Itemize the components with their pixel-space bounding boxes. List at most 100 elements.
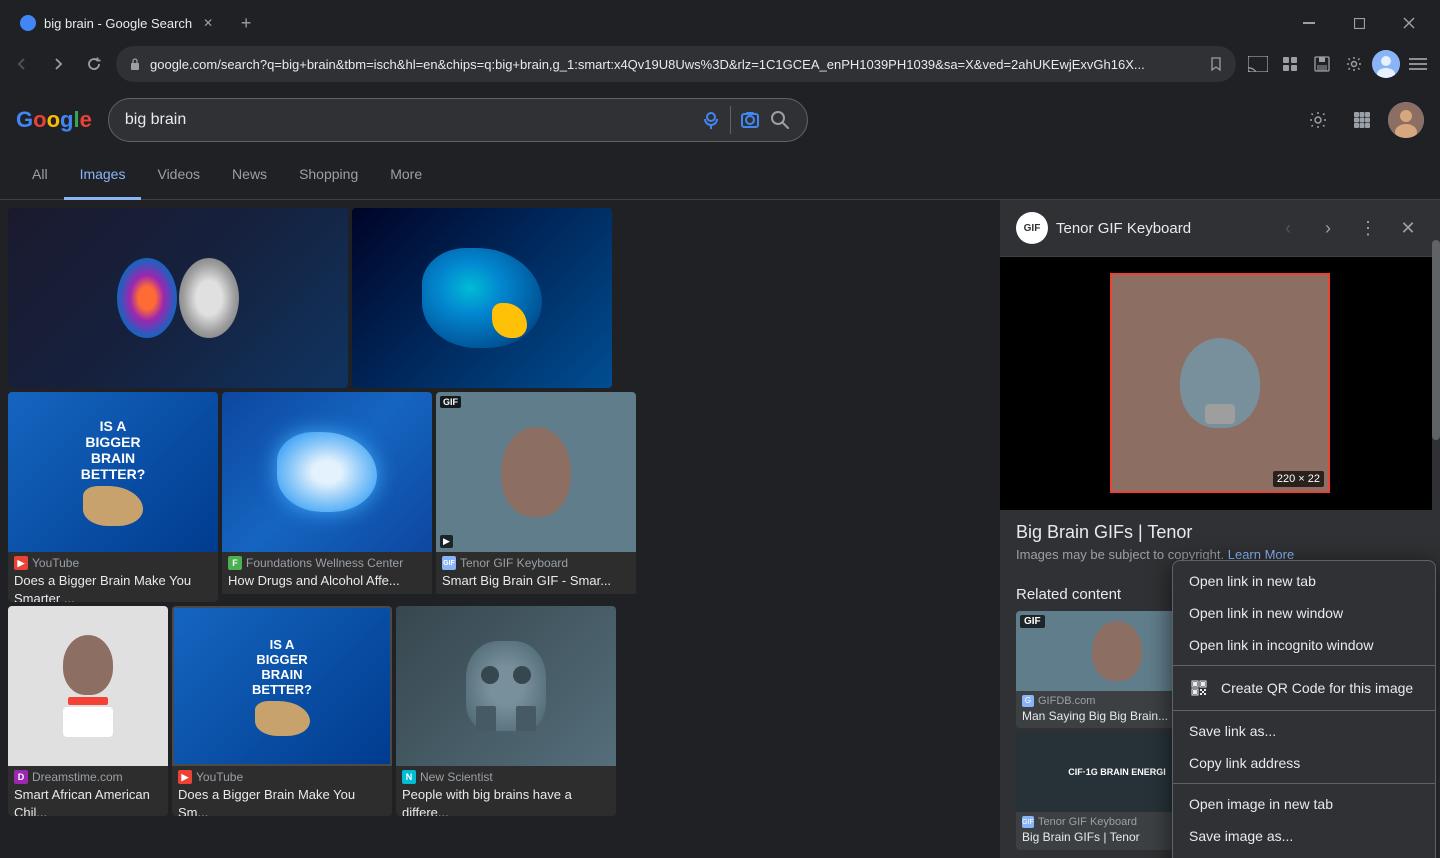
window-close-button[interactable] — [1386, 7, 1432, 39]
tab-bar: G big brain - Google Search ✕ + — [0, 0, 1440, 40]
panel-site-title: Big Brain GIFs | Tenor — [1016, 522, 1424, 543]
panel-title: Tenor GIF Keyboard — [1056, 220, 1264, 237]
window-maximize-button[interactable] — [1336, 7, 1382, 39]
scrollbar-thumb[interactable] — [1432, 240, 1440, 440]
right-panel: GIF Tenor GIF Keyboard ‹ › ⋮ ✕ 220 × 22 — [1000, 200, 1440, 858]
settings-icon[interactable] — [1340, 50, 1368, 78]
source-6: Dreamstime.com — [32, 770, 123, 784]
panel-source-icon: GIF — [1016, 212, 1048, 244]
grid-item-1[interactable]: i Philadelphia Inquirer Are bigger brain… — [8, 208, 348, 388]
apps-button[interactable] — [1344, 102, 1380, 138]
ctx-open-new-tab[interactable]: Open link in new tab — [1173, 565, 1435, 597]
grid-row-2: IS ABIGGERBRAINBETTER? ▶ YouTube Does a … — [8, 392, 992, 602]
tab-title: big brain - Google Search — [44, 16, 192, 31]
save-icon[interactable] — [1308, 50, 1336, 78]
panel-header: GIF Tenor GIF Keyboard ‹ › ⋮ ✕ — [1000, 200, 1440, 257]
toolbar-icons — [1244, 50, 1432, 78]
camera-search-icon[interactable] — [739, 109, 761, 131]
ctx-divider-2 — [1173, 710, 1435, 711]
title-7: Does a Bigger Brain Make You Sm... — [178, 787, 355, 816]
address-bar-row: google.com/search?q=big+brain&tbm=isch&h… — [0, 40, 1440, 88]
profile-avatar[interactable] — [1372, 50, 1400, 78]
ctx-copy-image[interactable]: Copy image — [1173, 852, 1435, 858]
window-minimize-button[interactable] — [1286, 7, 1332, 39]
tab-shopping[interactable]: Shopping — [283, 152, 374, 200]
title-8: People with big brains have a differe... — [402, 787, 572, 816]
gif-badge-1: GIF — [1020, 615, 1045, 628]
search-tabs: All Images Videos News Shopping More — [0, 152, 1440, 200]
search-box[interactable] — [108, 98, 808, 142]
bookmark-icon[interactable] — [1208, 56, 1224, 72]
grid-item-4[interactable]: F Foundations Wellness Center How Drugs … — [222, 392, 432, 602]
tab-news[interactable]: News — [216, 152, 283, 200]
ctx-divider-3 — [1173, 783, 1435, 784]
cast-icon[interactable] — [1244, 50, 1272, 78]
tab-videos[interactable]: Videos — [141, 152, 216, 200]
address-bar[interactable]: google.com/search?q=big+brain&tbm=isch&h… — [116, 46, 1236, 82]
header-icons — [1300, 102, 1424, 138]
header-profile-avatar[interactable] — [1388, 102, 1424, 138]
title-5: Smart Big Brain GIF - Smar... — [442, 573, 611, 588]
panel-main-image[interactable]: 220 × 22 — [1110, 273, 1330, 493]
panel-image-area: 220 × 22 — [1000, 257, 1440, 510]
ctx-open-incognito[interactable]: Open link in incognito window — [1173, 629, 1435, 661]
grid-item-5[interactable]: ▶ GIF GIF Tenor GIF Keyboard Smart Big B… — [436, 392, 636, 602]
window-controls — [1286, 7, 1432, 39]
search-icon[interactable] — [769, 109, 791, 131]
microphone-icon[interactable] — [700, 109, 722, 131]
source-4: Foundations Wellness Center — [246, 556, 403, 570]
back-button[interactable] — [8, 50, 36, 78]
related-favicon-3: GIF — [1022, 816, 1034, 828]
tab-all[interactable]: All — [16, 152, 64, 200]
source-7: YouTube — [196, 770, 243, 784]
image-grid: i Philadelphia Inquirer Are bigger brain… — [0, 200, 1000, 858]
address-text: google.com/search?q=big+brain&tbm=isch&h… — [150, 57, 1200, 72]
browser-chrome: G big brain - Google Search ✕ + — [0, 0, 1440, 88]
panel-image-content — [1112, 275, 1328, 491]
ctx-open-image-tab[interactable]: Open image in new tab — [1173, 788, 1435, 820]
grid-item-2[interactable]: S Scientific American The Cerebellum Is … — [352, 208, 612, 388]
main-content: i Philadelphia Inquirer Are bigger brain… — [0, 200, 1440, 858]
active-tab[interactable]: G big brain - Google Search ✕ — [8, 6, 228, 40]
google-page: Google All Images Videos News Shopping — [0, 88, 1440, 858]
panel-more-button[interactable]: ⋮ — [1352, 212, 1384, 244]
panel-next-button[interactable]: › — [1312, 212, 1344, 244]
title-3: Does a Bigger Brain Make You Smarter ... — [14, 573, 191, 602]
grid-item-7[interactable]: IS ABIGGERBRAINBETTER? ▶ YouTube Does a … — [172, 606, 392, 816]
grid-item-8[interactable]: N New Scientist People with big brains h… — [396, 606, 616, 816]
tab-more[interactable]: More — [374, 152, 438, 200]
settings-button[interactable] — [1300, 102, 1336, 138]
grid-item-3[interactable]: IS ABIGGERBRAINBETTER? ▶ YouTube Does a … — [8, 392, 218, 602]
ctx-create-qr[interactable]: Create QR Code for this image — [1173, 670, 1435, 706]
menu-icon[interactable] — [1404, 50, 1432, 78]
ctx-divider-1 — [1173, 665, 1435, 666]
context-menu: Open link in new tab Open link in new wi… — [1172, 560, 1436, 858]
grid-row-3: D Dreamstime.com Smart African American … — [8, 606, 992, 816]
google-logo: Google — [16, 107, 92, 133]
tab-favicon: G — [20, 15, 36, 31]
extensions-icon[interactable] — [1276, 50, 1304, 78]
new-tab-button[interactable]: + — [232, 9, 260, 37]
grid-item-6[interactable]: D Dreamstime.com Smart African American … — [8, 606, 168, 816]
reload-button[interactable] — [80, 50, 108, 78]
title-4: How Drugs and Alcohol Affe... — [228, 573, 400, 588]
tab-close-button[interactable]: ✕ — [200, 15, 216, 31]
search-input[interactable] — [125, 111, 692, 129]
google-header: Google — [0, 88, 1440, 152]
ctx-save-link[interactable]: Save link as... — [1173, 715, 1435, 747]
source-5: Tenor GIF Keyboard — [460, 556, 568, 570]
ctx-save-image[interactable]: Save image as... — [1173, 820, 1435, 852]
ctx-open-new-window[interactable]: Open link in new window — [1173, 597, 1435, 629]
grid-row-1: i Philadelphia Inquirer Are bigger brain… — [8, 208, 992, 388]
tab-images[interactable]: Images — [64, 152, 142, 200]
forward-button[interactable] — [44, 50, 72, 78]
source-8: New Scientist — [420, 770, 493, 784]
ctx-copy-link[interactable]: Copy link address — [1173, 747, 1435, 779]
panel-prev-button[interactable]: ‹ — [1272, 212, 1304, 244]
title-6: Smart African American Chil... — [14, 787, 150, 816]
panel-image-size: 220 × 22 — [1273, 471, 1324, 487]
related-favicon-1: G — [1022, 695, 1034, 707]
panel-close-button[interactable]: ✕ — [1392, 212, 1424, 244]
source-3: YouTube — [32, 556, 79, 570]
qr-icon — [1189, 678, 1209, 698]
